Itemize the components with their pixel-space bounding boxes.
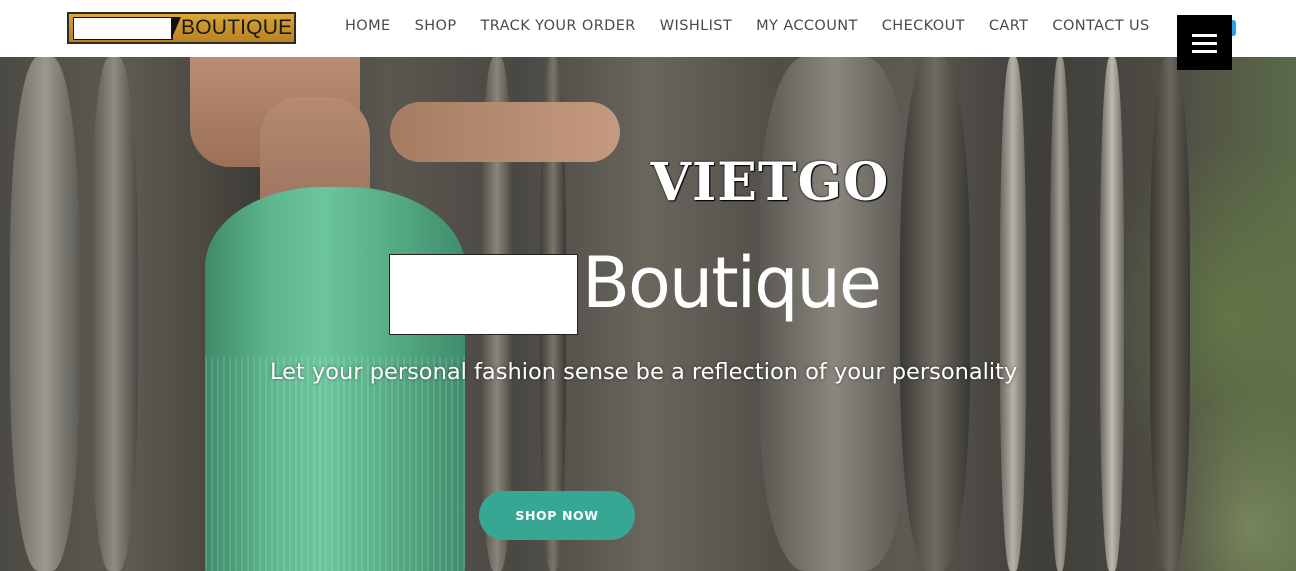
hero-brand-text: Boutique <box>582 242 882 324</box>
nav-track-order[interactable]: TRACK YOUR ORDER <box>480 18 635 34</box>
tree-trunk <box>10 57 80 571</box>
hamburger-line <box>1192 34 1217 37</box>
nav-checkout[interactable]: CHECKOUT <box>882 18 965 34</box>
tree-trunk <box>900 57 970 571</box>
hamburger-menu-icon[interactable] <box>1177 15 1232 70</box>
nav-shop[interactable]: SHOP <box>415 18 457 34</box>
model-arm <box>390 102 620 162</box>
nav-cart[interactable]: CART <box>989 18 1029 34</box>
nav-home[interactable]: HOME <box>345 18 391 34</box>
nav-my-account[interactable]: MY ACCOUNT <box>756 18 858 34</box>
tree-trunk <box>1050 57 1070 571</box>
tree-trunk <box>1000 57 1026 571</box>
tree-trunk <box>1150 57 1190 571</box>
tree-trunk <box>1100 57 1124 571</box>
nav-wishlist[interactable]: WISHLIST <box>660 18 732 34</box>
hero-banner: VIETGO Boutique Let your personal fashio… <box>0 57 1296 571</box>
site-header: BOUTIQUE HOME SHOP TRACK YOUR ORDER WISH… <box>0 0 1296 57</box>
hero-tagline: Let your personal fashion sense be a ref… <box>270 359 1018 385</box>
hero-watermark-title: VIETGO <box>650 152 890 213</box>
main-nav: HOME SHOP TRACK YOUR ORDER WISHLIST MY A… <box>345 18 1150 34</box>
hero-redacted-block <box>389 254 578 335</box>
site-logo[interactable]: BOUTIQUE <box>67 12 296 44</box>
tree-trunk <box>90 57 138 571</box>
logo-slash-decoration <box>171 17 181 40</box>
nav-contact-us[interactable]: CONTACT US <box>1052 18 1149 34</box>
shop-now-button[interactable]: SHOP NOW <box>479 491 635 540</box>
hamburger-line <box>1192 42 1217 45</box>
logo-redacted-block <box>73 17 173 40</box>
logo-text: BOUTIQUE <box>181 16 293 39</box>
hamburger-line <box>1192 50 1217 53</box>
